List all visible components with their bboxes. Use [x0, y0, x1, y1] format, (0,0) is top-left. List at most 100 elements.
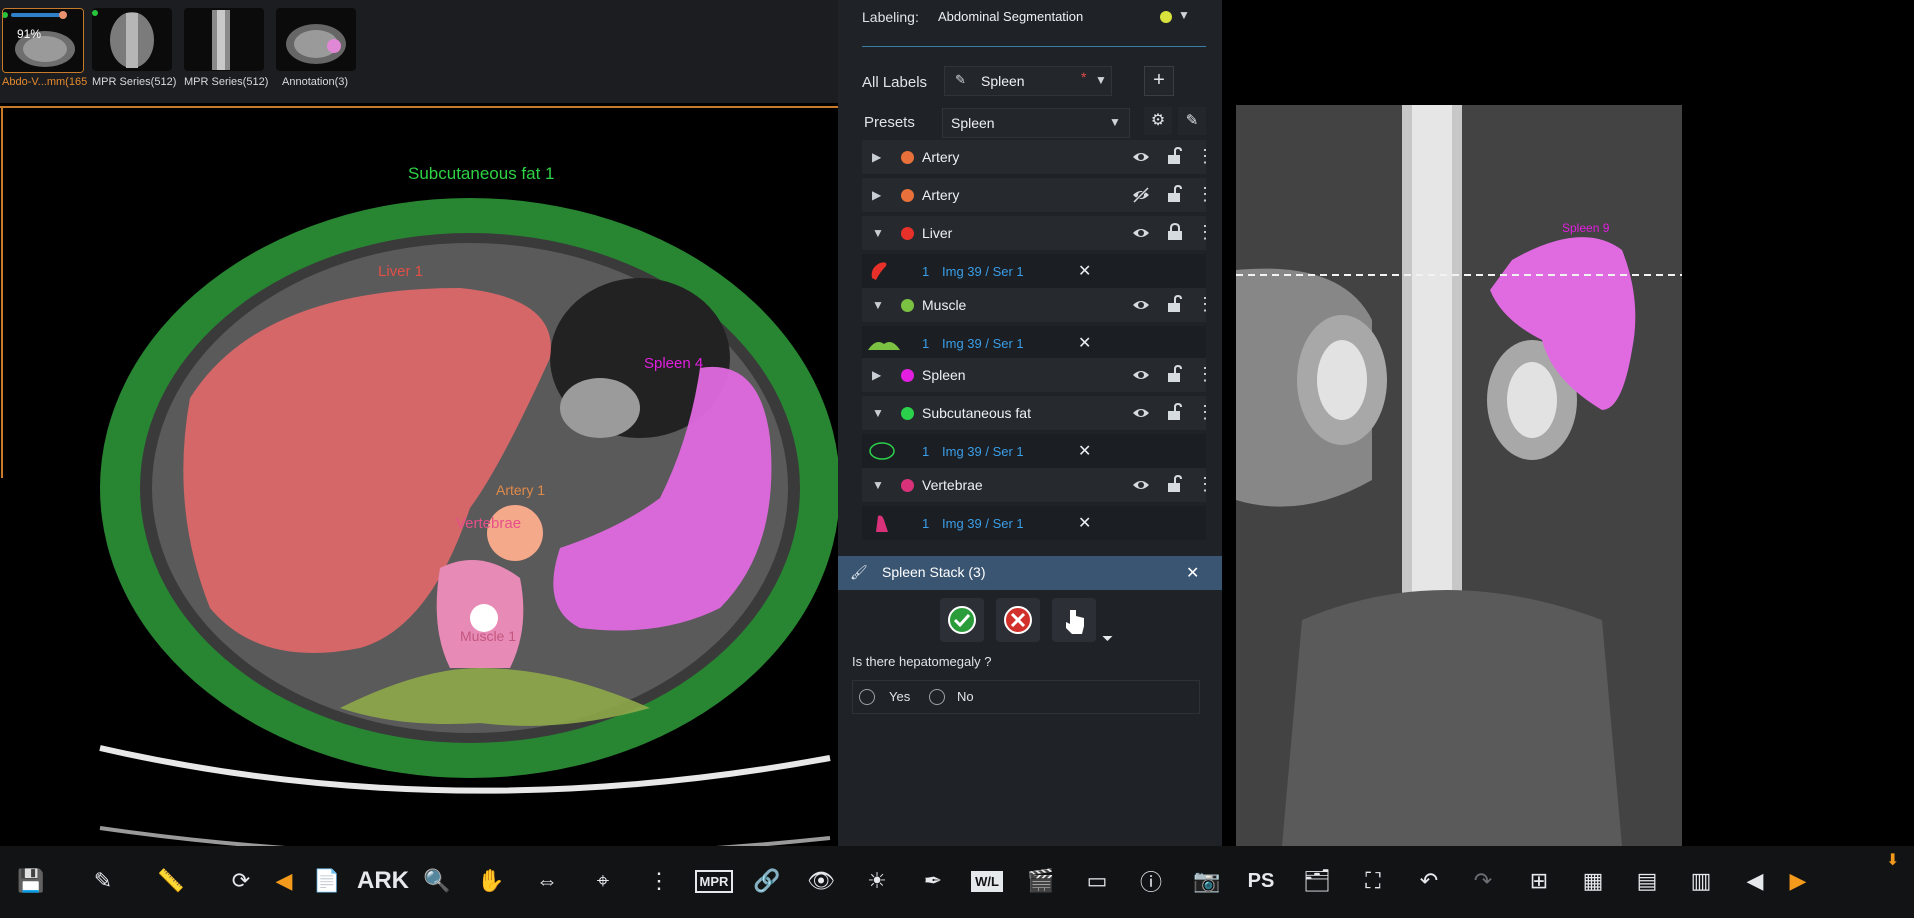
segment-link[interactable]: Img 39 / Ser 1 [942, 264, 1024, 279]
preset-edit-button[interactable]: ✎ [1178, 107, 1206, 135]
pointer-button[interactable] [1052, 598, 1096, 642]
more-options-icon[interactable]: ⋮ [1196, 475, 1214, 493]
unlock-icon[interactable] [1167, 403, 1183, 421]
expand-arrow-icon[interactable]: ▶ [872, 150, 881, 164]
thumbnail-mpr-2[interactable] [184, 8, 264, 71]
save-button[interactable]: 💾 [10, 860, 52, 902]
more-options-icon[interactable]: ⋮ [1196, 403, 1214, 421]
add-label-button[interactable]: + [1144, 66, 1174, 96]
label-row-artery-hidden[interactable]: ▶ Artery ⋮ [862, 178, 1214, 212]
expand-toolbar-arrow-icon[interactable]: ⬇ [1886, 850, 1899, 870]
radio-yes[interactable] [859, 689, 875, 705]
report-button[interactable]: 📄 [306, 860, 348, 902]
collapse-arrow-icon[interactable]: ▼ [872, 298, 884, 312]
screenshot-button[interactable]: 📷 [1186, 860, 1228, 902]
key-images-button[interactable]: 🗂 [1296, 860, 1338, 902]
ps-button[interactable]: PS [1240, 860, 1282, 902]
eye-icon[interactable] [1132, 404, 1150, 422]
rotate-button[interactable]: ⟳ [220, 860, 262, 902]
reject-button[interactable] [996, 598, 1040, 642]
coronal-viewport[interactable]: Spleen 9 [1222, 0, 1914, 846]
window-level-button[interactable]: W/L [964, 860, 1010, 902]
scroll-button[interactable]: ⇔ [526, 860, 568, 902]
label-row-liver[interactable]: ▼ Liver ⋮ [862, 216, 1214, 250]
eye-zoom-button[interactable]: 👁 [800, 860, 842, 902]
more-options-icon[interactable]: ⋮ [1196, 147, 1214, 165]
eye-icon[interactable] [1132, 366, 1150, 384]
link-button[interactable]: 🔗 [746, 860, 788, 902]
label-row-subcutaneous-fat[interactable]: ▼ Subcutaneous fat ⋮ [862, 396, 1214, 430]
ark-button[interactable]: ARK [357, 860, 409, 902]
undo-button[interactable]: ↶ [1408, 860, 1450, 902]
label-row-spleen[interactable]: ▶ Spleen ⋮ [862, 358, 1214, 392]
collapse-arrow-icon[interactable]: ▼ [872, 478, 884, 492]
pan-button[interactable]: ✋ [470, 860, 512, 902]
unlock-icon[interactable] [1167, 365, 1183, 383]
accept-button[interactable] [940, 598, 984, 642]
more-options-icon[interactable]: ⋮ [1196, 295, 1214, 313]
thumbnail-annotation[interactable] [276, 8, 356, 71]
presets-dropdown[interactable]: Spleen ▼ [942, 108, 1130, 138]
mpr-button[interactable]: MPR [690, 860, 738, 902]
unlock-icon[interactable] [1167, 295, 1183, 313]
redo-button[interactable]: ↷ [1462, 860, 1504, 902]
unlock-icon[interactable] [1167, 185, 1183, 203]
info-button[interactable]: ⓘ [1130, 860, 1172, 902]
thumbnail-mpr-1[interactable] [92, 8, 172, 71]
brightness-button[interactable]: ☀ [856, 860, 898, 902]
eye-icon[interactable] [1132, 296, 1150, 314]
layout-split-button[interactable]: ▥ [1680, 860, 1722, 902]
collapse-arrow-icon[interactable]: ▼ [872, 226, 884, 240]
more-options-icon[interactable]: ⋮ [1196, 365, 1214, 383]
more-options-icon[interactable]: ⋮ [1196, 185, 1214, 203]
labeling-dropdown[interactable]: Abdominal Segmentation ▼ [934, 2, 1190, 32]
eye-icon[interactable] [1132, 476, 1150, 494]
segment-row-subcutaneous-fat[interactable]: 1 Img 39 / Ser 1 ✕ [862, 434, 1206, 468]
preset-settings-button[interactable]: ⚙ [1144, 107, 1172, 135]
eye-icon[interactable] [1132, 224, 1150, 242]
label-row-artery[interactable]: ▶ Artery ⋮ [862, 140, 1214, 174]
spine-button[interactable]: ⋮ [638, 860, 680, 902]
segment-link[interactable]: Img 39 / Ser 1 [942, 444, 1024, 459]
close-icon[interactable]: ✕ [1078, 333, 1091, 353]
unlock-icon[interactable] [1167, 475, 1183, 493]
label-row-vertebrae[interactable]: ▼ Vertebrae ⋮ [862, 468, 1214, 502]
expand-arrow-icon[interactable]: ▶ [872, 368, 881, 382]
unlock-icon[interactable] [1167, 147, 1183, 165]
measure-button[interactable]: 📏 [150, 860, 192, 902]
close-icon[interactable]: ✕ [1078, 441, 1091, 461]
layout-3x3-button[interactable]: ▦ [1572, 860, 1614, 902]
edit-button[interactable]: ✎ [82, 860, 124, 902]
previous-arrow-button[interactable]: ◀ [272, 860, 296, 902]
eye-icon[interactable] [1132, 148, 1150, 166]
fit-screen-button[interactable]: ⛶ [1352, 860, 1394, 902]
lock-icon[interactable] [1167, 223, 1183, 241]
expand-arrow-icon[interactable]: ▶ [872, 188, 881, 202]
layout-2x2-button[interactable]: ⊞ [1518, 860, 1560, 902]
previous-page-button[interactable]: ◀ [1734, 860, 1776, 902]
axial-viewport[interactable]: Subcutaneous fat 1 Liver 1 Spleen 4 Arte… [0, 106, 840, 858]
stack-menu-chevron-icon[interactable]: ⏷ [1102, 630, 1113, 647]
crosshair-button[interactable]: ⌖ [582, 860, 624, 902]
more-options-icon[interactable]: ⋮ [1196, 223, 1214, 241]
segment-row-vertebrae[interactable]: 1 Img 39 / Ser 1 ✕ [862, 506, 1206, 540]
label-row-muscle[interactable]: ▼ Muscle ⋮ [862, 288, 1214, 322]
thumbnail-abdo[interactable]: 91% [2, 8, 84, 73]
eye-off-icon[interactable] [1132, 186, 1150, 204]
segment-link[interactable]: Img 39 / Ser 1 [942, 336, 1024, 351]
zoom-button[interactable]: 🔍 [416, 860, 458, 902]
image-info-button[interactable]: ▭ [1076, 860, 1118, 902]
close-icon[interactable]: ✕ [1186, 563, 1199, 583]
close-icon[interactable]: ✕ [1078, 261, 1091, 281]
segment-row-muscle[interactable]: 1 Img 39 / Ser 1 ✕ [862, 326, 1206, 360]
eyedropper-button[interactable]: ✒ [912, 860, 954, 902]
segment-link[interactable]: Img 39 / Ser 1 [942, 516, 1024, 531]
layout-custom-button[interactable]: ▤ [1626, 860, 1668, 902]
cine-button[interactable]: 🎬 [1020, 860, 1062, 902]
next-arrow-button[interactable]: ▶ [1786, 860, 1810, 902]
radio-no[interactable] [929, 689, 945, 705]
segment-row-liver[interactable]: 1 Img 39 / Ser 1 ✕ [862, 254, 1206, 288]
all-labels-dropdown[interactable]: ✎ Spleen * ▼ [944, 66, 1112, 96]
close-icon[interactable]: ✕ [1078, 513, 1091, 533]
collapse-arrow-icon[interactable]: ▼ [872, 406, 884, 420]
